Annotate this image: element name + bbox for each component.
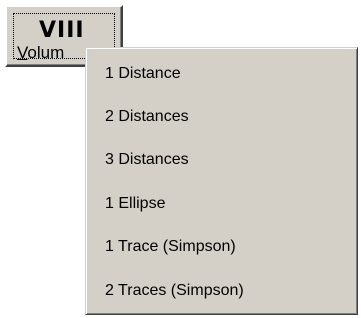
volume-popup-menu: 1 Distance 2 Distances 3 Distances 1 Ell…: [85, 47, 358, 315]
menu-item-1-distance[interactable]: 1 Distance: [87, 60, 356, 88]
menu-item-1-ellipse[interactable]: 1 Ellipse: [87, 190, 356, 218]
volume-measurement-icon: VIII: [39, 18, 85, 43]
volume-button-label-rest: olum: [27, 43, 65, 62]
volume-button-label: Volum: [17, 44, 64, 62]
menu-item-2-traces-simpson[interactable]: 2 Traces (Simpson): [87, 277, 356, 305]
menu-item-2-distances[interactable]: 2 Distances: [87, 103, 356, 131]
menu-item-1-trace-simpson[interactable]: 1 Trace (Simpson): [87, 233, 356, 261]
menu-item-3-distances[interactable]: 3 Distances: [87, 146, 356, 174]
mnemonic-letter: V: [17, 43, 28, 62]
